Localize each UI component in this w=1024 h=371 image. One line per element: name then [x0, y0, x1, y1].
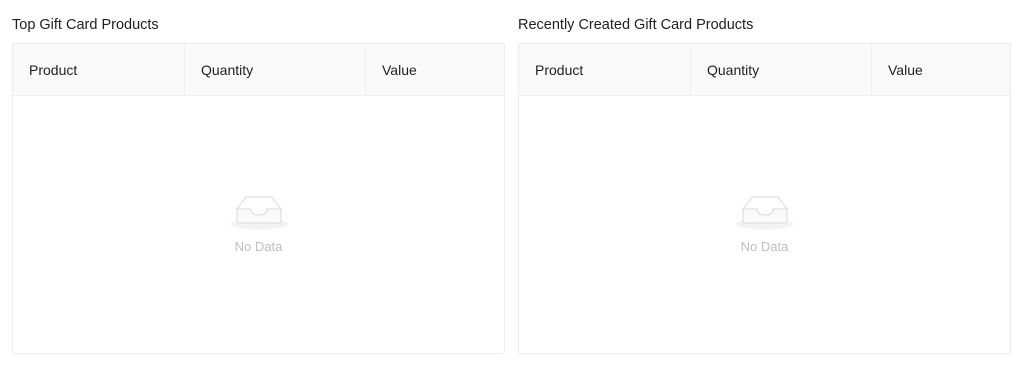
panel-title: Recently Created Gift Card Products — [518, 17, 754, 33]
column-header-quantity[interactable]: Quantity — [185, 44, 366, 95]
empty-state: No Data — [519, 190, 1010, 255]
empty-inbox-icon — [735, 196, 794, 230]
empty-state-text: No Data — [234, 239, 283, 254]
panel-title: Top Gift Card Products — [12, 17, 159, 33]
products-table: Product Quantity Value No Data — [12, 43, 505, 354]
table-header: Product Quantity Value — [519, 44, 1010, 96]
table-header: Product Quantity Value — [13, 44, 504, 96]
empty-state: No Data — [13, 190, 504, 255]
column-header-product[interactable]: Product — [519, 44, 691, 95]
dashboard-tables: Top Gift Card Products Product Quantity … — [0, 0, 1024, 371]
table-body: No Data — [519, 96, 1010, 353]
empty-state-text: No Data — [740, 239, 789, 254]
column-header-product[interactable]: Product — [13, 44, 185, 95]
empty-inbox-icon — [229, 196, 288, 230]
products-table: Product Quantity Value No Data — [518, 43, 1011, 354]
table-body: No Data — [13, 96, 504, 353]
column-header-value[interactable]: Value — [366, 44, 504, 95]
column-header-value[interactable]: Value — [872, 44, 1010, 95]
column-header-quantity[interactable]: Quantity — [691, 44, 872, 95]
